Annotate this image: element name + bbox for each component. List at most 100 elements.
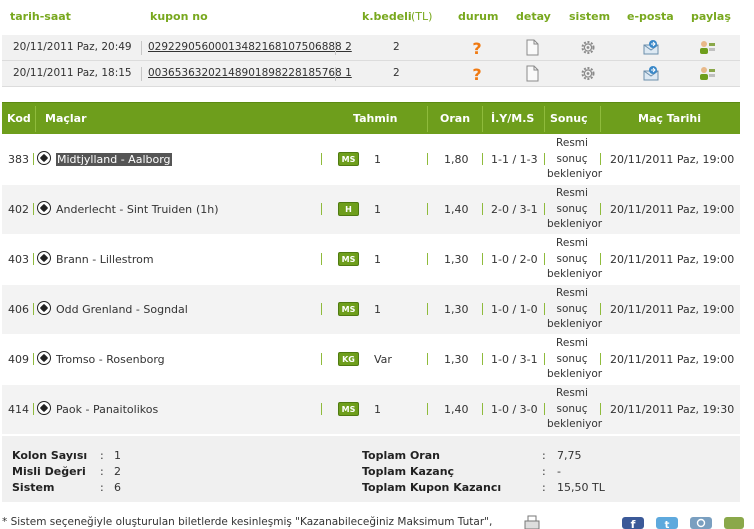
divider xyxy=(544,403,545,415)
result-line: bekleniyor xyxy=(547,368,603,380)
total-win-label: Toplam Kazanç xyxy=(362,465,455,478)
total-odds-label: Toplam Oran xyxy=(362,449,440,462)
system-label: Sistem xyxy=(12,481,55,494)
colon: : xyxy=(100,449,104,462)
coupon-datetime: 20/11/2011 Paz, 20:49 xyxy=(13,41,132,53)
col-system: sistem xyxy=(569,10,611,23)
document-icon[interactable] xyxy=(523,65,541,82)
column-count-label: Kolon Sayısı xyxy=(12,449,88,462)
coupon-number-link[interactable]: 00365363202148901898228185768 1 xyxy=(148,67,352,79)
match-row: 406 Odd Grenland - Sogndal MS 1 1,30 1-0 / 1-… xyxy=(2,285,740,335)
result-line: bekleniyor xyxy=(547,268,603,280)
result-line: sonuç xyxy=(556,252,588,265)
divider xyxy=(600,303,601,315)
col-detail: detay xyxy=(516,10,551,23)
match-name[interactable]: Odd Grenland - Sogndal xyxy=(56,303,188,316)
divider xyxy=(321,203,322,215)
divider xyxy=(427,203,428,215)
odds-value: 1,80 xyxy=(444,153,469,166)
divider xyxy=(482,203,483,215)
match-date: 20/11/2011 Paz, 19:00 xyxy=(610,353,735,366)
question-icon[interactable]: ? xyxy=(468,39,486,56)
document-icon[interactable] xyxy=(523,39,541,56)
divider xyxy=(321,403,322,415)
iyms-value: 1-0 / 3-1 xyxy=(491,353,538,366)
divider xyxy=(544,303,545,315)
divider xyxy=(482,303,483,315)
divider xyxy=(33,253,34,265)
total-coupon-win-value: 15,50 TL xyxy=(557,481,605,494)
football-icon xyxy=(37,301,51,315)
bet-type-badge: H xyxy=(338,202,359,216)
match-name[interactable]: Tromso - Rosenborg xyxy=(56,353,165,366)
match-code: 383 xyxy=(8,153,29,166)
more-share-icon[interactable] xyxy=(724,515,744,529)
match-code: 409 xyxy=(8,353,29,366)
svg-text:?: ? xyxy=(472,39,481,56)
question-icon[interactable]: ? xyxy=(468,65,486,82)
bet-type-badge: KG xyxy=(338,352,359,366)
divider xyxy=(335,41,336,55)
match-name[interactable]: Paok - Panaitolikos xyxy=(56,403,158,416)
facebook-icon[interactable]: f xyxy=(622,515,644,529)
email-icon[interactable] xyxy=(642,39,660,56)
match-date: 20/11/2011 Paz, 19:30 xyxy=(610,403,735,416)
col-odds: Oran xyxy=(440,112,471,125)
divider xyxy=(544,106,545,132)
match-date: 20/11/2011 Paz, 19:00 xyxy=(610,153,735,166)
col-datetime: tarih-saat xyxy=(10,10,71,23)
colon: : xyxy=(542,465,546,478)
col-currency: (TL) xyxy=(411,10,433,23)
col-prediction: Tahmin xyxy=(353,112,398,125)
result-line: Resmi xyxy=(556,387,588,399)
twitter-icon[interactable]: t xyxy=(656,515,678,529)
coupon-stake: 2 xyxy=(393,67,400,79)
result-status: Resmi sonuç bekleniyor xyxy=(547,286,603,333)
divider xyxy=(427,153,428,165)
divider xyxy=(544,153,545,165)
result-status: Resmi sonuç bekleniyor xyxy=(547,236,603,283)
match-name[interactable]: Brann - Lillestrom xyxy=(56,253,154,266)
iyms-value: 1-0 / 2-0 xyxy=(491,253,538,266)
gear-icon[interactable] xyxy=(579,39,597,56)
coupon-summary: Kolon Sayısı : 1 Misli Değeri : 2 Sistem… xyxy=(2,436,740,502)
divider xyxy=(544,203,545,215)
bet-type-badge: MS xyxy=(338,302,359,316)
friendfeed-icon[interactable] xyxy=(690,515,712,529)
match-row: 402 Anderlecht - Sint Truiden (1h) H 1 1,40 2-… xyxy=(2,185,740,235)
col-result: Sonuç xyxy=(550,112,588,125)
divider xyxy=(33,303,34,315)
svg-text:?: ? xyxy=(472,65,481,82)
coupon-stake: 2 xyxy=(393,41,400,53)
divider xyxy=(600,253,601,265)
colon: : xyxy=(100,465,104,478)
result-line: bekleniyor xyxy=(547,318,603,330)
match-date: 20/11/2011 Paz, 19:00 xyxy=(610,253,735,266)
result-line: Resmi xyxy=(556,287,588,299)
print-icon[interactable] xyxy=(524,515,540,529)
prediction-value: 1 xyxy=(374,303,381,316)
coupon-row: 20/11/2011 Paz, 20:49 029229056000134821… xyxy=(2,35,740,61)
divider xyxy=(33,403,34,415)
multiplier-label: Misli Değeri xyxy=(12,465,86,478)
coupon-number-link[interactable]: 02922905600013482168107506888 2 xyxy=(148,41,352,53)
gear-icon[interactable] xyxy=(579,65,597,82)
total-coupon-win-label: Toplam Kupon Kazancı xyxy=(362,481,502,494)
divider xyxy=(335,67,336,81)
colon: : xyxy=(542,481,546,494)
iyms-value: 1-0 / 1-0 xyxy=(491,303,538,316)
col-email: e-posta xyxy=(627,10,674,23)
iyms-value: 1-0 / 3-0 xyxy=(491,403,538,416)
result-status: Resmi sonuç bekleniyor xyxy=(547,186,602,233)
iyms-value: 2-0 / 3-1 xyxy=(491,203,538,216)
share-icon[interactable] xyxy=(698,39,716,56)
match-row: 383 Midtjylland - Aalborg MS 1 1,80 1-1 / 1-3… xyxy=(2,135,740,185)
match-name[interactable]: Midtjylland - Aalborg xyxy=(56,153,172,166)
divider xyxy=(600,403,601,415)
coupon-list-header: tarih-saat kupon no k.bedeli (TL) durum … xyxy=(0,0,740,34)
match-code: 402 xyxy=(8,203,29,216)
share-icon[interactable] xyxy=(698,65,716,82)
result-line: bekleniyor xyxy=(547,168,603,180)
email-icon[interactable] xyxy=(642,65,660,82)
match-name[interactable]: Anderlecht - Sint Truiden xyxy=(56,203,192,216)
